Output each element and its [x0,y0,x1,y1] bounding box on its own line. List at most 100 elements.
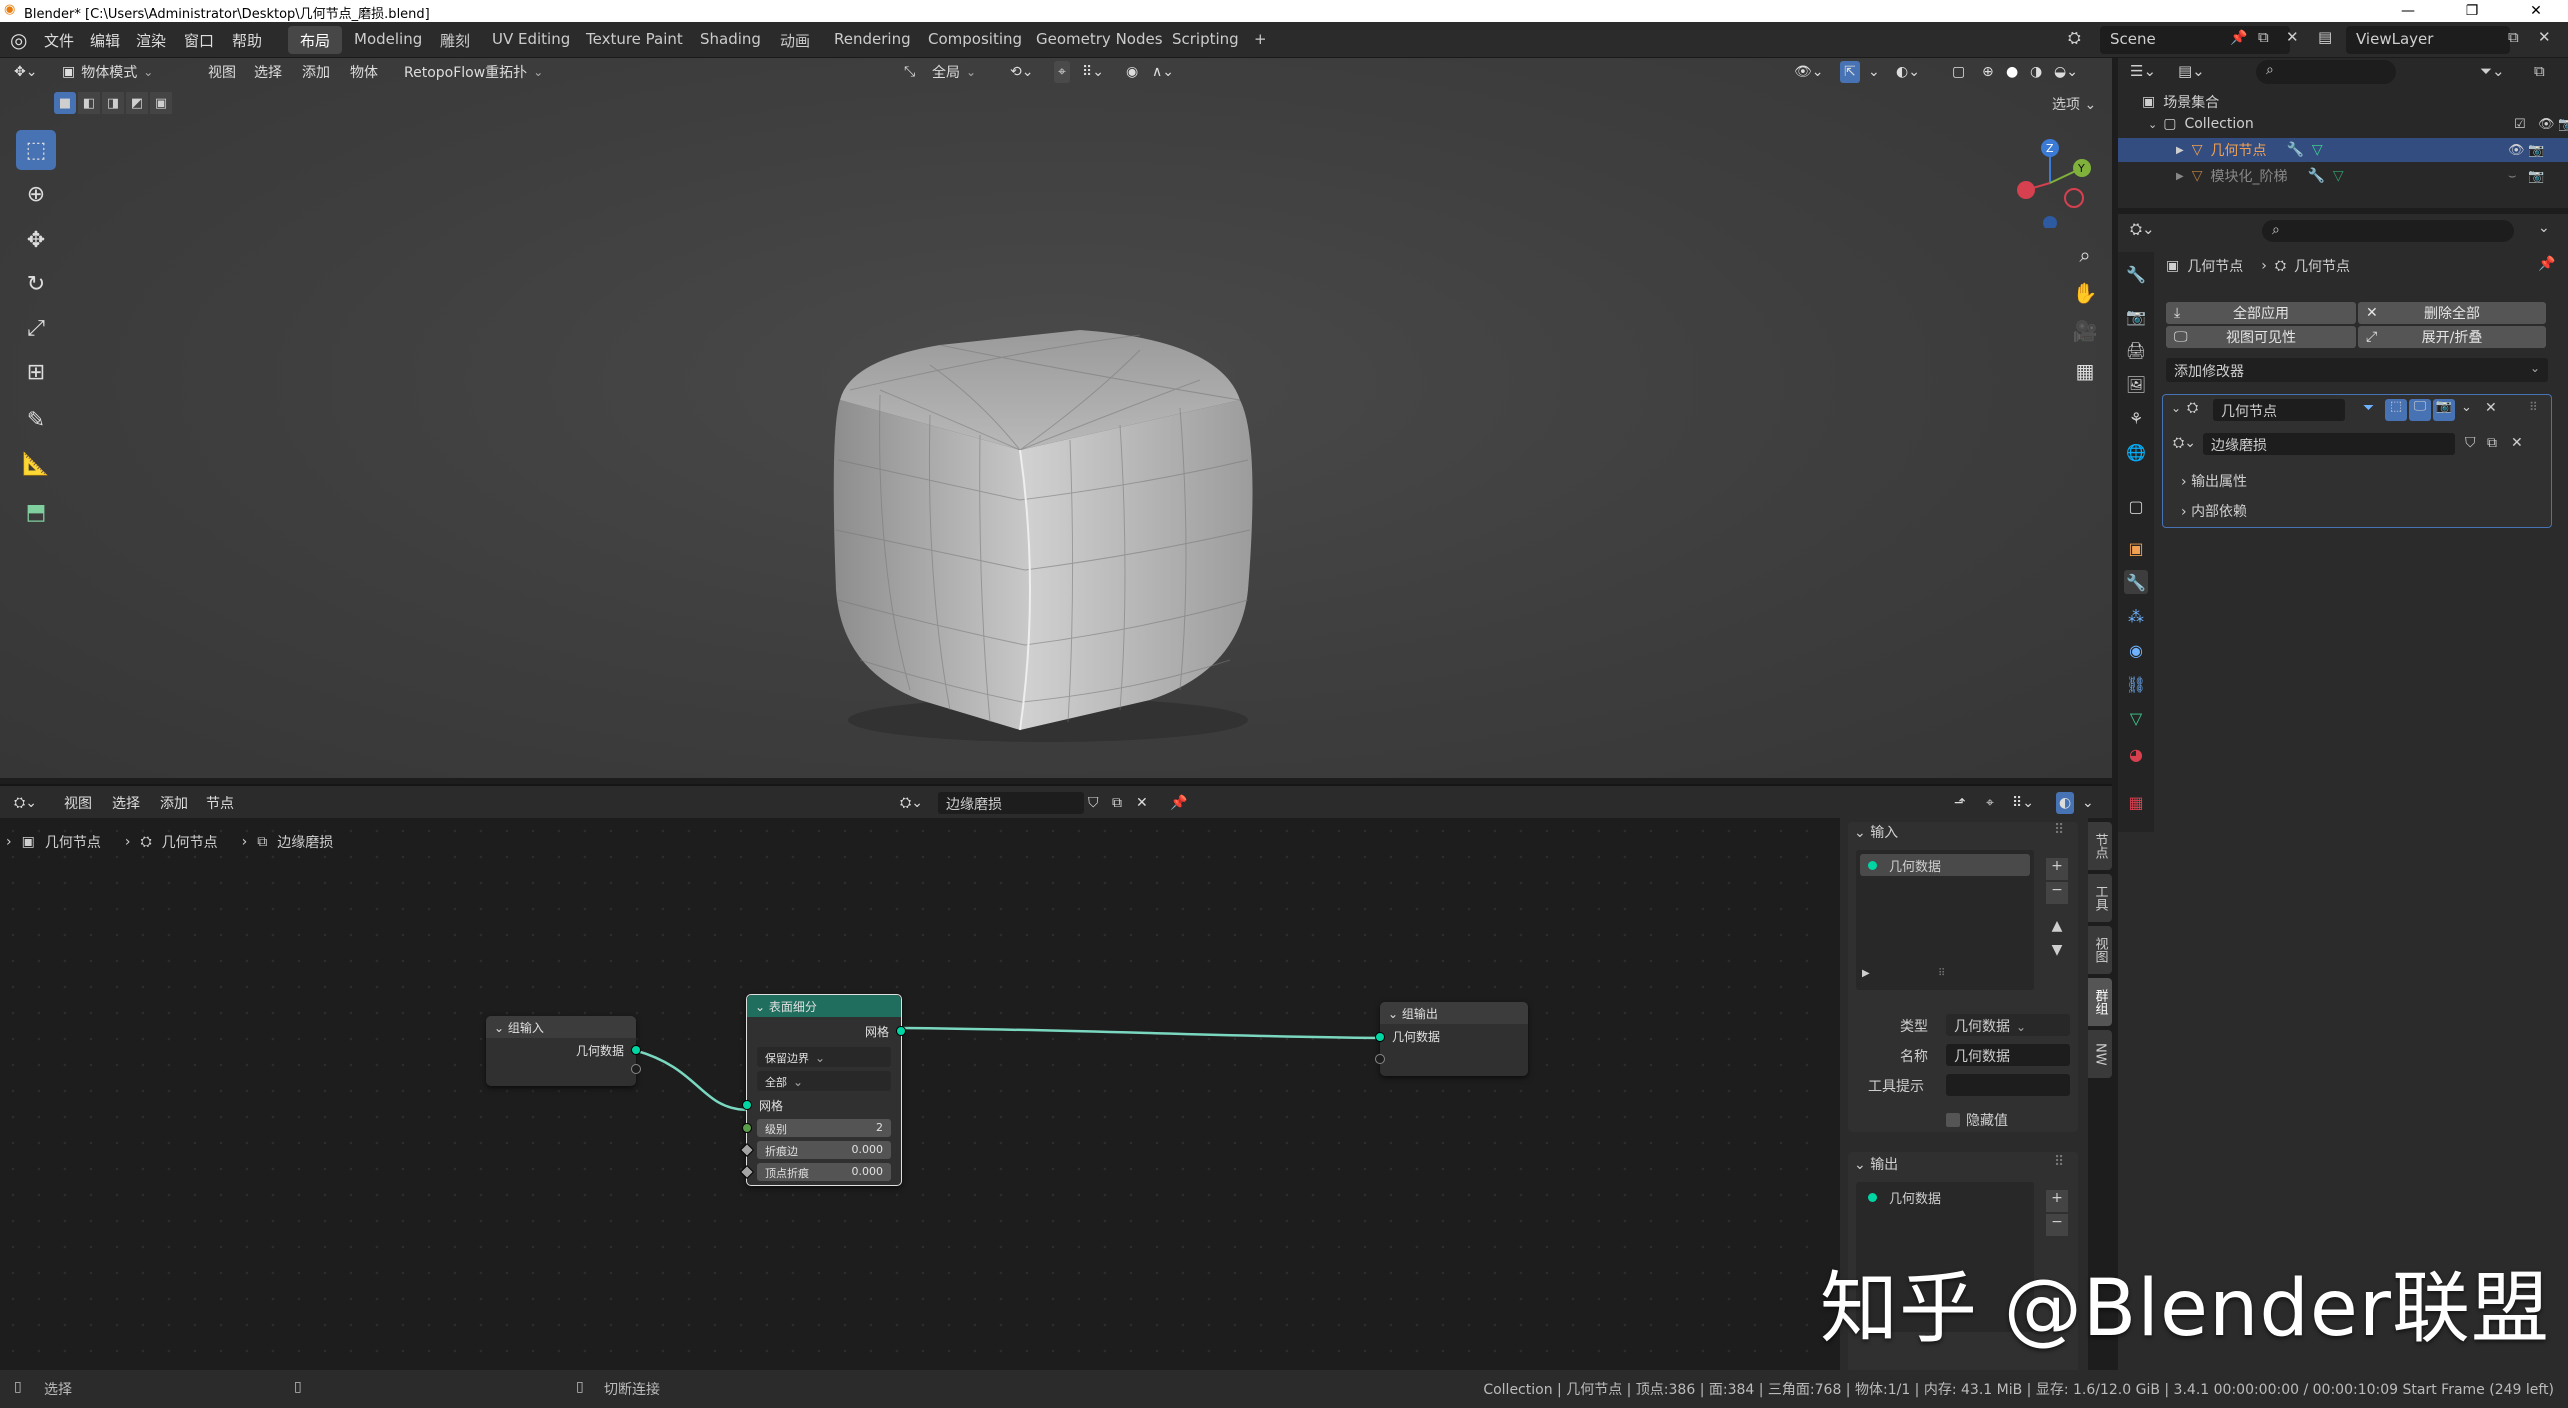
select-intersect-icon[interactable]: ▣ [150,92,172,114]
output-tab-icon[interactable]: 🖨 [2124,338,2148,362]
outliner-search-input[interactable]: ⌕ [2256,60,2396,84]
particles-tab-icon[interactable]: ⁂ [2124,604,2148,628]
fake-user-icon[interactable]: ⛉ [2465,435,2476,451]
view-layer-tab-icon[interactable]: 🖼 [2124,372,2148,396]
transform-tool[interactable]: ⊞ [16,352,56,392]
group-input-geometry-socket[interactable] [631,1045,641,1055]
tab-tool[interactable]: 工具 [2088,874,2112,922]
drag-handle-icon[interactable]: ⠿ [2054,1154,2064,1170]
zoom-icon[interactable]: ⌕ [2068,238,2102,272]
group-input-node[interactable]: ⌄ 组输入 几何数据 [486,1016,641,1086]
tab-uv-editing[interactable]: UV Editing [480,26,582,54]
modifier-name-field[interactable]: 几何节点 [2213,399,2345,421]
collapse-arrow-icon[interactable]: ⌄ [755,1000,769,1014]
collapse-modifier-icon[interactable]: ⌄ [2171,401,2181,415]
group-output-empty-socket[interactable] [1375,1054,1385,1064]
apply-all-button[interactable]: ⤓ 全部应用 [2166,302,2356,324]
node-tree-type-icon[interactable]: ⛭⌄ [2173,435,2196,451]
boundary-smooth-dropdown[interactable]: 全部 [757,1071,891,1091]
pin-node-tree-icon[interactable]: 📌 [1170,792,1187,814]
tab-modeling[interactable]: Modeling [342,26,434,54]
render-toggle-icon[interactable]: 📷 [2433,399,2455,421]
node-menu-select[interactable]: 选择 [112,792,140,814]
tab-geometry-nodes[interactable]: Geometry Nodes [1024,26,1175,54]
modifier-tab-icon[interactable]: 🔧 [2124,570,2148,594]
exclude-checkbox-icon[interactable]: ☑ [2514,117,2526,132]
collection-row[interactable]: ⌄ ▢ Collection ☑ 👁 📷 [2148,116,2568,132]
scene-tab-icon[interactable]: ⚘ [2124,406,2148,430]
node-group-selector[interactable]: 边缘磨损 [2203,433,2455,455]
subdivision-surface-node[interactable]: ⌄ 表面细分 网格 保留边界 全部 网格 级别 2 折痕边 0.000 顶点折痕 0.… [739,994,906,1186]
subdivision-mesh-in-socket[interactable] [742,1100,752,1110]
modifier-wrench-icon[interactable]: 🔧 [2307,168,2324,184]
constraints-tab-icon[interactable]: ⛓ [2124,672,2148,696]
name-field[interactable]: 几何数据 [1946,1044,2070,1066]
menu-render[interactable]: 渲染 [136,30,166,51]
expand-arrow-icon[interactable]: ▶ [2176,171,2184,182]
filter-icon[interactable]: ⏷⌄ [2480,62,2505,80]
viewport-menu-select[interactable]: 选择 [254,61,282,83]
node-editor-type-icon[interactable]: ⛭⌄ [14,792,37,814]
snap-target-icon[interactable]: ⠿⌄ [1082,61,1104,83]
outliner-item-modular-stairs[interactable]: ▶ ▽ 模块化_阶梯 🔧 ▽ ⌣ 📷 [2118,164,2568,188]
group-output-geometry-socket[interactable] [1375,1032,1385,1042]
material-tab-icon[interactable]: ◕ [2124,742,2148,766]
menu-window[interactable]: 窗口 [184,30,214,51]
group-input-empty-socket[interactable] [631,1064,641,1074]
retopoflow-menu[interactable]: RetopoFlow重拓扑 [404,61,543,83]
solid-shading-icon[interactable]: ● [2006,61,2018,83]
add-modifier-dropdown[interactable]: 添加修改器 [2166,358,2548,382]
input-list-item[interactable]: 几何数据 [1860,854,2030,876]
scene-collection-row[interactable]: ▣ 场景集合 [2142,92,2219,112]
world-tab-icon[interactable]: 🌐 [2124,440,2148,464]
viewport-menu-view[interactable]: 视图 [208,61,236,83]
rounded-cube-mesh[interactable] [820,290,1270,750]
transform-orientation-selector[interactable]: 全局 [932,61,976,83]
mesh-data-icon[interactable]: ▽ [2312,142,2323,158]
pin-properties-icon[interactable]: 📌 [2538,256,2555,272]
ortho-grid-icon[interactable]: ▦ [2068,354,2102,388]
move-tool[interactable]: ✥ [16,220,56,260]
resize-list-icon[interactable]: ⠿ [1938,968,1945,979]
add-output-button[interactable]: + [2046,1190,2068,1212]
parent-node-tree-icon[interactable]: ⬏ [1954,792,1966,814]
menu-edit[interactable]: 编辑 [90,30,120,51]
new-view-layer-icon[interactable]: ⧉ [2508,28,2519,46]
tab-texture-paint[interactable]: Texture Paint [574,26,695,54]
select-box-tool[interactable]: ⬚ [16,130,56,170]
properties-options-icon[interactable]: ⌄ [2538,220,2550,236]
material-shading-icon[interactable]: ◑ [2030,61,2042,83]
minimize-button[interactable]: — [2376,0,2440,22]
proportional-edit-icon[interactable]: ◉ [1126,61,1138,83]
tab-nw[interactable]: NW [2088,1030,2112,1078]
viewport-visibility-button[interactable]: 🖵 视图可见性 [2166,326,2356,348]
orientation-icon[interactable]: ⤡ [904,61,915,83]
node-group-field[interactable]: 边缘磨损 [938,792,1084,814]
object-tab-icon[interactable]: ▣ [2124,536,2148,560]
view-layer-field[interactable]: ViewLayer [2346,26,2510,54]
options-button[interactable]: 选项 ⌄ [2052,94,2096,114]
node-menu-add[interactable]: 添加 [160,792,188,814]
new-collection-icon[interactable]: ⧉ [2534,62,2545,80]
move-down-icon[interactable]: ▼ [2046,942,2068,964]
hide-value-checkbox[interactable]: 隐藏值 [1946,1110,2008,1130]
render-camera-icon[interactable]: 📷 [2528,169,2544,184]
tool-tab-icon[interactable]: 🔧 [2124,262,2148,286]
internal-deps-subpanel[interactable]: › 内部依赖 [2181,501,2247,521]
maximize-button[interactable]: ❐ [2440,0,2504,22]
collection-tab-icon[interactable]: ▢ [2124,494,2148,518]
expand-list-icon[interactable]: ▶ [1862,968,1870,979]
scene-selector-icon[interactable]: ⛭ [2068,28,2098,52]
snap-node-target-icon[interactable]: ⠿⌄ [2012,792,2034,814]
unlink-icon[interactable]: ✕ [2511,435,2523,451]
texture-tab-icon[interactable]: ▦ [2124,790,2148,814]
hidden-eye-icon[interactable]: ⌣ [2508,169,2517,184]
expand-arrow-icon[interactable]: ▶ [2176,145,2184,156]
physics-tab-icon[interactable]: ◉ [2124,638,2148,662]
tab-sculpt[interactable]: 雕刻 [428,26,482,54]
visibility-eye-icon[interactable]: 👁 [2538,117,2555,132]
node-menu-view[interactable]: 视图 [64,792,92,814]
measure-tool[interactable]: 📐 [16,444,56,484]
close-button[interactable]: ✕ [2504,0,2568,22]
drag-handle-icon[interactable]: ⠿ [2529,400,2538,414]
